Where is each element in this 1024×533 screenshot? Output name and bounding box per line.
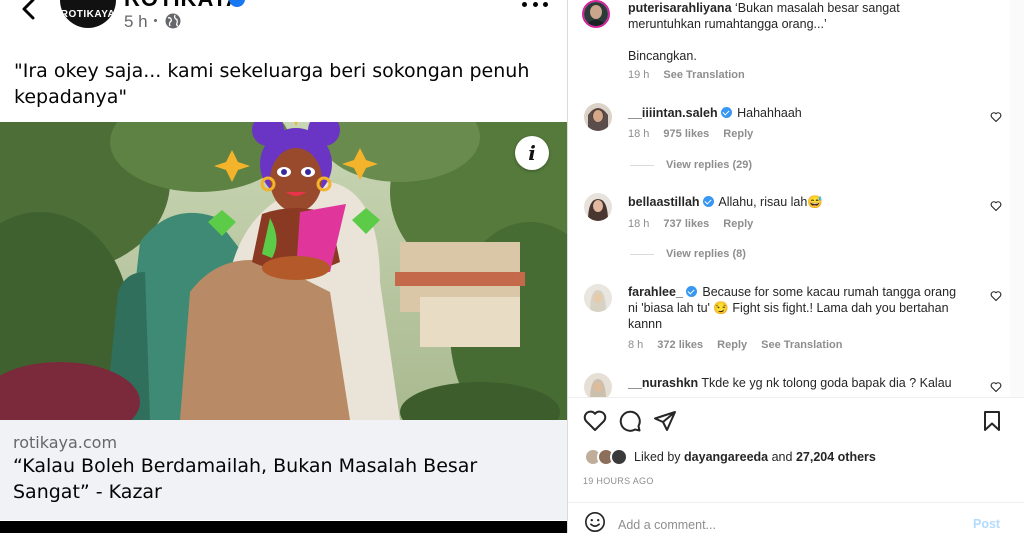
link-title[interactable]: “Kalau Boleh Berdamailah, Bukan Masalah …: [13, 453, 533, 505]
instagram-panel: puterisarahliyana ‘Bukan masalah besar s…: [567, 0, 1024, 533]
info-icon: i: [528, 141, 536, 165]
bottom-divider: [0, 521, 567, 533]
heart-icon[interactable]: [990, 381, 1002, 393]
comment-meta: 19 h See Translation: [628, 69, 759, 81]
heart-icon[interactable]: [990, 111, 1002, 123]
post-time[interactable]: 5 h: [124, 12, 148, 32]
post-button[interactable]: Post: [973, 517, 1000, 531]
liked-by-others[interactable]: 27,204 others: [796, 450, 876, 464]
view-replies-button[interactable]: View replies (29): [630, 159, 752, 171]
post-image[interactable]: [0, 122, 567, 420]
globe-icon: [165, 13, 181, 29]
reply-button[interactable]: Reply: [723, 218, 753, 230]
comment-time[interactable]: 18 h: [628, 128, 649, 140]
page-name[interactable]: ROTIKAYA: [124, 0, 243, 12]
info-button[interactable]: i: [515, 136, 549, 170]
comment-text: Tkde ke yg nk tolong goda bapak dia ? Ka…: [701, 376, 952, 390]
emoji-icon[interactable]: [584, 511, 606, 533]
bookmark-icon[interactable]: [980, 409, 1004, 433]
comment-text: Hahahhaah: [737, 106, 802, 120]
comment-meta: 18 h 737 likes Reply: [628, 218, 767, 230]
comment-username[interactable]: bellaastillah: [628, 195, 700, 209]
verified-icon: [720, 107, 732, 118]
avatar[interactable]: [584, 284, 612, 312]
post-caption: "Ira okey saja... kami sekeluarga beri s…: [14, 60, 530, 108]
replies-line: [630, 253, 654, 255]
comment-icon[interactable]: [618, 409, 642, 433]
comment-username[interactable]: farahlee_: [628, 285, 683, 299]
avatar[interactable]: [584, 373, 612, 397]
post-header: ROTIKAYA ROTIKAYA 5 h: [0, 0, 567, 40]
comment-input[interactable]: [618, 515, 958, 533]
back-arrow-icon: [22, 0, 35, 20]
avatar[interactable]: [584, 103, 612, 131]
reply-button[interactable]: Reply: [717, 339, 747, 351]
verified-icon: [685, 286, 697, 297]
comment-username[interactable]: __iiiintan.saleh: [628, 106, 718, 120]
liked-by-text: Liked by dayangareeda and 27,204 others: [634, 450, 876, 464]
avatar: [610, 448, 628, 466]
comment-likes[interactable]: 975 likes: [663, 128, 709, 140]
reply-button[interactable]: Reply: [723, 128, 753, 140]
link-domain: rotikaya.com: [13, 433, 118, 452]
heart-icon[interactable]: [990, 290, 1002, 302]
share-icon[interactable]: [653, 409, 677, 433]
separator-dot: [154, 19, 157, 22]
verified-icon: [702, 196, 714, 207]
scrollbar[interactable]: [1010, 0, 1024, 397]
avatar[interactable]: [582, 0, 610, 28]
comment-likes[interactable]: 737 likes: [663, 218, 709, 230]
comment-time[interactable]: 18 h: [628, 218, 649, 230]
comment-body: puterisarahliyana ‘Bukan masalah besar s…: [628, 0, 928, 32]
comment-username[interactable]: __nurashkn: [628, 376, 698, 390]
view-replies-button[interactable]: View replies (8): [630, 248, 746, 260]
comment-likes[interactable]: 372 likes: [657, 339, 703, 351]
liked-by-prefix: Liked by: [634, 450, 681, 464]
page-avatar[interactable]: ROTIKAYA: [60, 0, 116, 28]
see-translation-button[interactable]: See Translation: [663, 69, 744, 81]
facebook-post: ROTIKAYA ROTIKAYA 5 h "Ira okey saja... …: [0, 0, 567, 533]
comment-body: farahlee_ Because for some kacau rumah t…: [628, 284, 968, 332]
avatar[interactable]: [584, 193, 612, 221]
avatar-logo: ROTIKAYA: [60, 8, 116, 20]
comment-body: __nurashkn Tkde ke yg nk tolong goda bap…: [628, 375, 968, 395]
comment-time[interactable]: 19 h: [628, 69, 649, 81]
comment-body: __iiiintan.saleh Hahahhaah: [628, 105, 968, 121]
heart-icon[interactable]: [990, 200, 1002, 212]
comment-meta: 8 h 372 likes Reply See Translation: [628, 339, 856, 351]
comment-meta: 18 h 975 likes Reply: [628, 128, 767, 140]
liked-by-avatars[interactable]: [584, 448, 632, 466]
see-translation-button[interactable]: See Translation: [761, 339, 842, 351]
view-replies-label: View replies (8): [666, 248, 746, 260]
more-icon: [522, 1, 527, 7]
comment-text: Allahu, risau lah😅: [718, 195, 823, 209]
post-timestamp[interactable]: 19 HOURS AGO: [583, 476, 654, 486]
comment-text-2: Bincangkan.: [628, 49, 697, 63]
liked-by-user[interactable]: dayangareeda: [684, 450, 768, 464]
photo-illustration: [0, 122, 567, 420]
heart-icon[interactable]: [583, 409, 607, 433]
liked-by-and: and: [771, 450, 793, 464]
replies-line: [630, 164, 654, 166]
comments-list[interactable]: puterisarahliyana ‘Bukan masalah besar s…: [568, 0, 1008, 397]
more-options-button[interactable]: [522, 0, 548, 14]
comment-username[interactable]: puterisarahliyana: [628, 1, 732, 15]
comment-body: bellaastillah Allahu, risau lah😅: [628, 194, 968, 210]
comment-time[interactable]: 8 h: [628, 339, 643, 351]
view-replies-label: View replies (29): [666, 159, 753, 171]
back-button[interactable]: [14, 0, 44, 24]
